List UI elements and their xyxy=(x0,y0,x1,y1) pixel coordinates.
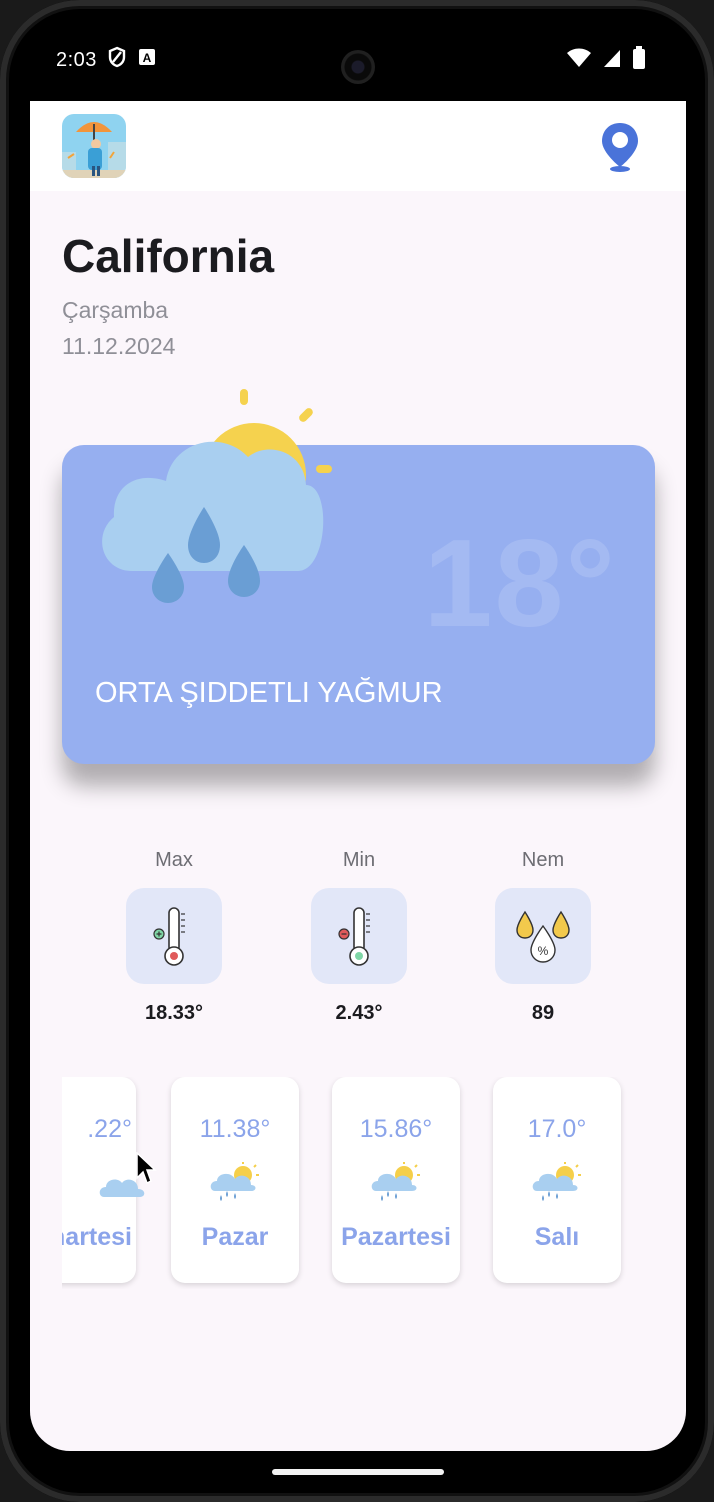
day-name: Çarşamba xyxy=(62,297,169,323)
humidity-drops-icon: % xyxy=(495,888,591,984)
forecast-card[interactable]: 15.86° Pazartesi xyxy=(332,1077,460,1283)
forecast-card[interactable]: 17.0° Salı xyxy=(493,1077,621,1283)
stat-label: Nem xyxy=(521,849,565,871)
stat-label: Min xyxy=(342,849,376,871)
forecast-day: Pazar xyxy=(201,1223,269,1251)
current-temperature: 18° xyxy=(423,515,617,653)
svg-text:A: A xyxy=(143,51,152,65)
stat-max: Max 18.33° xyxy=(114,849,234,1025)
forecast-temp: .22° xyxy=(87,1115,132,1143)
location-pin-icon[interactable] xyxy=(600,121,640,173)
thermometer-minus-icon xyxy=(311,888,407,984)
a-icon: A xyxy=(137,47,157,73)
svg-text:%: % xyxy=(538,944,549,958)
forecast-temp: 17.0° xyxy=(527,1115,587,1143)
date-label: 11.12.2024 xyxy=(62,333,176,359)
sun-cloud-rain-icon xyxy=(92,385,372,615)
forecast-temp: 15.86° xyxy=(359,1115,433,1143)
stat-min: Min 2.43° xyxy=(299,849,419,1025)
sun-cloud-rain-icon xyxy=(370,1161,422,1205)
stat-value: 18.33° xyxy=(144,1002,204,1024)
wifi-icon xyxy=(566,47,592,75)
mouse-cursor xyxy=(136,1151,158,1186)
stat-value: 2.43° xyxy=(335,1002,383,1024)
forecast-card[interactable]: 11.38° Pazar xyxy=(171,1077,299,1283)
status-time: 2:03 xyxy=(56,48,97,71)
app-bar xyxy=(30,101,686,191)
sun-cloud-rain-icon xyxy=(531,1161,583,1205)
front-camera xyxy=(341,50,375,84)
signal-icon xyxy=(602,47,622,75)
shield-icon xyxy=(107,46,127,74)
stat-label: Max xyxy=(155,849,193,871)
umbrella-logo[interactable] xyxy=(62,114,126,178)
app-screen: California Çarşamba 11.12.2024 18° ORTA … xyxy=(30,101,686,1451)
forecast-card[interactable]: .22° nartesi xyxy=(62,1077,145,1283)
forecast-day: Pazartesi xyxy=(341,1223,451,1251)
sun-cloud-rain-icon xyxy=(209,1161,261,1205)
weather-condition: ORTA ŞIDDETLI YAĞMUR xyxy=(95,677,443,709)
battery-icon xyxy=(632,46,646,76)
forecast-day: nartesi xyxy=(62,1223,132,1251)
home-indicator[interactable] xyxy=(272,1469,444,1475)
stat-humidity: Nem % 89 xyxy=(483,849,603,1025)
forecast-day: Salı xyxy=(534,1223,580,1251)
forecast-temp: 11.38° xyxy=(199,1115,271,1143)
thermometer-plus-icon xyxy=(126,888,222,984)
city-name: California xyxy=(62,230,275,282)
stat-value: 89 xyxy=(531,1002,555,1024)
